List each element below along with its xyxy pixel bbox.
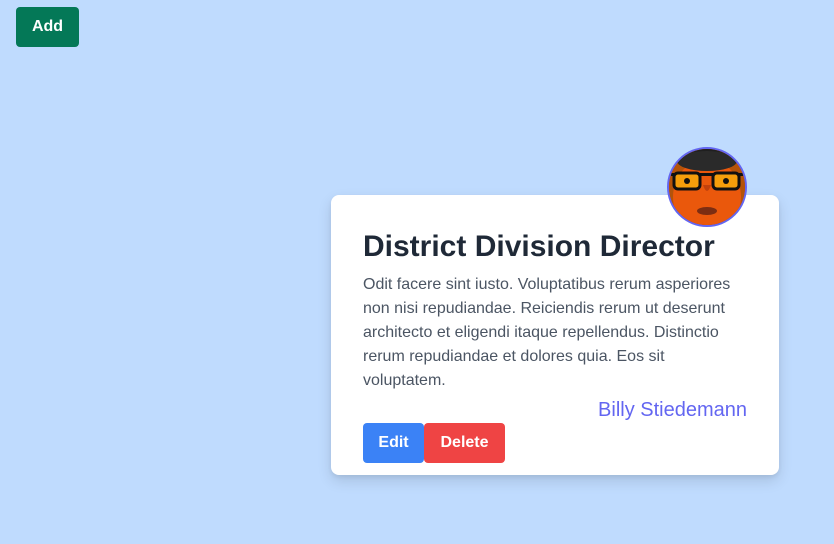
- card-description: Odit facere sint iusto. Voluptatibus rer…: [363, 276, 731, 389]
- avatar-image: [669, 149, 745, 225]
- profile-card: District Division Director Odit facere s…: [331, 147, 779, 475]
- card-title: District Division Director: [363, 230, 715, 263]
- delete-button[interactable]: Delete: [424, 423, 505, 463]
- avatar: [667, 147, 747, 227]
- author-name: Billy Stiedemann: [598, 399, 747, 421]
- edit-button[interactable]: Edit: [363, 423, 424, 463]
- add-button[interactable]: Add: [16, 7, 79, 47]
- card-actions: Edit Delete: [363, 423, 747, 463]
